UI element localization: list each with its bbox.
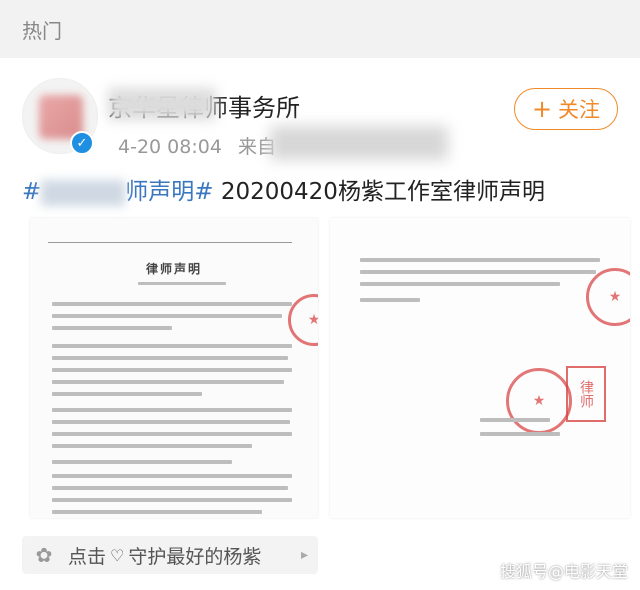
text-line <box>52 368 292 372</box>
name-redaction <box>108 88 216 120</box>
text-line <box>52 444 252 448</box>
footer-text-before: 点击 <box>68 545 107 568</box>
red-seal-icon <box>586 268 630 326</box>
plus-icon: + <box>531 95 553 123</box>
red-seal-icon <box>506 368 572 434</box>
text-line <box>360 258 600 262</box>
topic-suffix: 师声明# <box>125 179 214 205</box>
text-line <box>360 282 560 286</box>
text-line <box>52 392 202 396</box>
text-line <box>360 298 420 302</box>
text-line <box>138 282 226 285</box>
post-meta: 4-20 08:04 来自 <box>118 132 276 159</box>
weibo-post-card: ✓ 京华星律师事务所 4-20 08:04 来自 + 关注 #师声明# 2020… <box>0 58 640 590</box>
topic-prefix: # <box>22 179 42 205</box>
topic-redaction <box>41 179 126 206</box>
watermark: 搜狐号@电影天堂 <box>499 562 628 581</box>
section-header: 热门 <box>0 0 640 58</box>
text-line <box>52 326 172 330</box>
text-line <box>360 270 596 274</box>
verified-badge-icon: ✓ <box>70 131 94 155</box>
text-line <box>52 302 292 306</box>
text-line <box>52 420 290 424</box>
text-line <box>480 432 560 436</box>
lawyer-seal-icon: 律师 <box>566 366 606 422</box>
red-seal-icon <box>288 294 318 346</box>
source-redaction <box>270 126 448 160</box>
text-line <box>52 460 232 464</box>
follow-button[interactable]: + 关注 <box>514 88 618 130</box>
post-time: 4-20 08:04 <box>118 136 222 158</box>
text-line <box>52 380 284 384</box>
chevron-right-icon: ▸ <box>300 547 308 563</box>
text-line <box>52 408 292 412</box>
topic-tag[interactable]: # 师声明# <box>22 179 221 206</box>
text-line <box>52 356 288 360</box>
support-card-button[interactable]: ✿ 点击 ♡ 守护最好的杨紫 ▸ <box>22 536 318 574</box>
text-line <box>52 474 292 478</box>
text-line <box>52 344 292 348</box>
text-line <box>480 418 550 422</box>
section-title: 热门 <box>22 18 62 43</box>
text-line <box>52 432 292 436</box>
flower-icon: ✿ <box>35 543 53 567</box>
follow-label: 关注 <box>558 98 601 122</box>
title-text: 20200420杨紫工作室律师声明 <box>220 179 545 205</box>
text-line <box>52 486 288 490</box>
text-line <box>52 498 292 502</box>
doc-heading: 律师声明 <box>145 262 202 276</box>
text-line <box>52 314 282 318</box>
letterhead <box>48 230 292 243</box>
text-line <box>52 510 262 514</box>
statement-image-page-2[interactable]: 律师 <box>330 218 630 518</box>
statement-image-page-1[interactable]: 律师声明 <box>30 218 318 518</box>
footer-text-after: 守护最好的杨紫 <box>128 545 262 568</box>
heart-outline-icon: ♡ <box>110 545 125 565</box>
post-title: # 师声明# 20200420杨紫工作室律师声明 <box>22 172 545 206</box>
